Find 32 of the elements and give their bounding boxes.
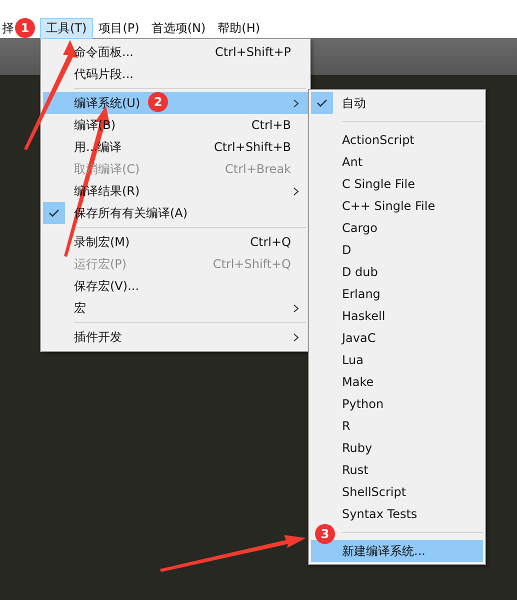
- menu-item[interactable]: 录制宏(M) Ctrl+Q: [43, 231, 308, 253]
- menu-bar-item[interactable]: 首选项(N): [145, 18, 212, 38]
- menu-item[interactable]: 自动: [311, 92, 483, 114]
- menu-item[interactable]: JavaC: [311, 327, 483, 349]
- menu-item[interactable]: D: [311, 239, 483, 261]
- menu-item[interactable]: Make: [311, 371, 483, 393]
- menu-item[interactable]: 保存宏(V)...: [43, 275, 308, 297]
- menu-item[interactable]: 编译(B) Ctrl+B: [43, 114, 308, 136]
- menu-item[interactable]: C Single File: [311, 173, 483, 195]
- menu-item[interactable]: Ant: [311, 151, 483, 173]
- menu-item[interactable]: R: [311, 415, 483, 437]
- menu-item[interactable]: Erlang: [311, 283, 483, 305]
- menu-item[interactable]: ShellScript: [311, 481, 483, 503]
- menu-item[interactable]: D dub: [311, 261, 483, 283]
- menu-bar-item[interactable]: 帮助(H): [212, 18, 266, 38]
- menu-item[interactable]: Cargo: [311, 217, 483, 239]
- menu-bar-item[interactable]: 工具(T): [40, 18, 93, 38]
- menu-bar-item[interactable]: 择: [0, 18, 15, 38]
- menu-item[interactable]: ActionScript: [311, 129, 483, 151]
- menu-item[interactable]: 代码片段...: [43, 63, 308, 85]
- menu-item[interactable]: 宏: [43, 297, 308, 319]
- menu-item[interactable]: 新建编译系统...: [311, 540, 483, 562]
- menu-item[interactable]: Python: [311, 393, 483, 415]
- menu-item[interactable]: Ruby: [311, 437, 483, 459]
- menu-item[interactable]: C++ Single File: [311, 195, 483, 217]
- menu-item[interactable]: Rust: [311, 459, 483, 481]
- menu-item[interactable]: Haskell: [311, 305, 483, 327]
- menu-item[interactable]: 命令面板... Ctrl+Shift+P: [43, 41, 308, 63]
- menu-item[interactable]: Syntax Tests: [311, 503, 483, 525]
- menu-item[interactable]: 插件开发: [43, 326, 308, 348]
- menu-bar-item[interactable]: 项目(P): [92, 18, 146, 38]
- menu-item[interactable]: Lua: [311, 349, 483, 371]
